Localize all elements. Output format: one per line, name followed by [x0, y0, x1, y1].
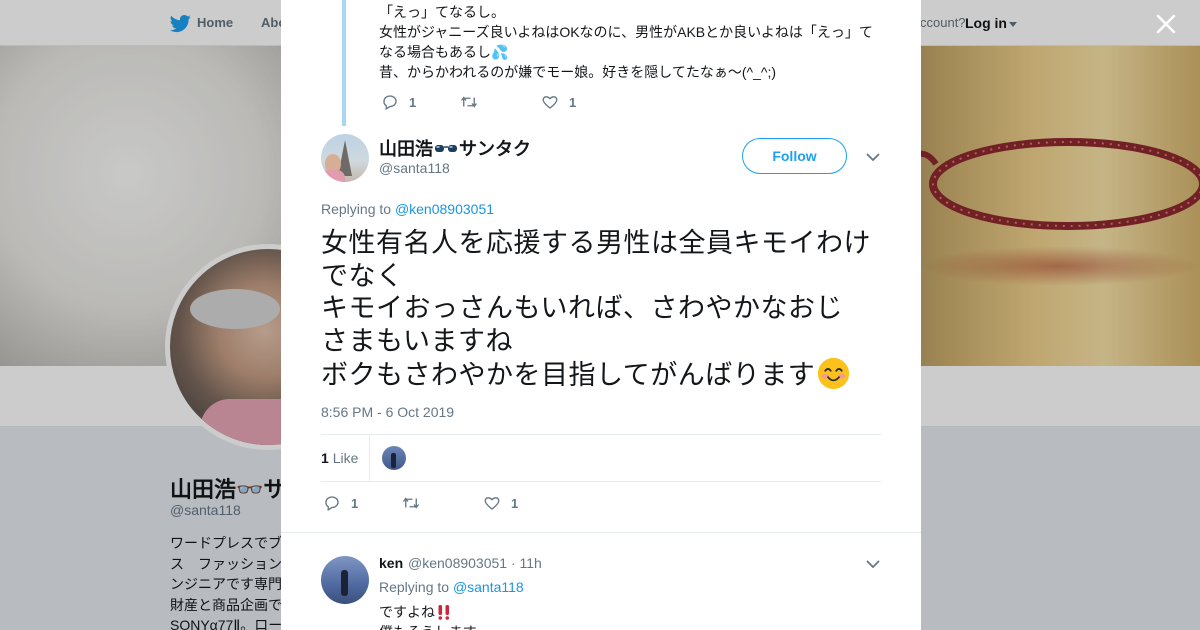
tweet-like-button[interactable]: 1	[483, 494, 518, 512]
parent-tweet[interactable]: 「えっ」てなるし。 女性がジャニーズ良いよねはOKなのに、男性がAKBとか良いよ…	[281, 0, 921, 126]
tweet-timestamp[interactable]: 8:56 PM - 6 Oct 2019	[321, 404, 454, 420]
author-name-part: サンタク	[459, 139, 531, 159]
reply-tweet[interactable]: ken @ken08903051 · 11h Replying to @sant…	[281, 532, 921, 630]
replying-prefix: Replying to	[321, 201, 392, 217]
tweet-author-avatar[interactable]	[321, 134, 369, 182]
parent-tweet-line: なる場合もあるし💦	[379, 44, 509, 60]
parent-reply-button[interactable]: 1	[381, 93, 416, 111]
parent-tweet-line: 昔、からかわれるのが嫌でモー娘。好きを隠してたなぁ～(^_^;)	[379, 64, 777, 80]
parent-like-count: 1	[569, 94, 577, 110]
likes-stat-count: 1	[321, 450, 329, 466]
tweet-stats: 1 Like	[321, 434, 881, 482]
avatar-shirt	[321, 170, 345, 182]
heart-icon	[542, 96, 558, 109]
heart-icon	[484, 497, 500, 510]
close-icon[interactable]	[1154, 12, 1178, 36]
tweet-author-handle[interactable]: @santa118	[379, 160, 450, 176]
reply-text-line-with-emoji: ですよね	[379, 602, 879, 622]
tweet-reply-button[interactable]: 1	[323, 494, 358, 512]
double-exclamation-icon	[438, 605, 450, 620]
reply-icon	[325, 496, 339, 511]
reply-replying-prefix: Replying to	[379, 579, 450, 595]
reply-avatar-figure	[341, 570, 348, 596]
parent-retweet-button[interactable]	[460, 93, 488, 111]
likes-stat[interactable]: 1 Like	[321, 450, 358, 466]
stats-divider	[369, 435, 370, 481]
reply-replying-mention[interactable]: @santa118	[453, 579, 524, 595]
reply-tweet-text: ですよね 僕もそうします	[379, 602, 879, 630]
tweet-text-line: さまもいますね	[321, 325, 513, 356]
parent-tweet-line: 女性がジャニーズ良いよねはOKなのに、男性がAKBとか良いよねは「えっ」て	[379, 24, 873, 40]
parent-tweet-line: 「えっ」てなるし。	[379, 4, 505, 20]
tweet-text-line-with-emoji: ボクもさわやかを目指してがんばります	[321, 357, 881, 392]
reply-author-handle[interactable]: @ken08903051 · 11h	[408, 555, 542, 571]
author-name-part: 山田浩	[379, 139, 433, 159]
liker-avatar-figure	[391, 453, 396, 468]
tweet-text-line: キモイおっさんもいれば、さわやかなおじ	[321, 293, 843, 323]
reply-author-name[interactable]: ken	[379, 555, 403, 571]
replying-to: Replying to @ken08903051	[321, 201, 494, 217]
follow-button[interactable]: Follow	[742, 138, 847, 174]
tweet-author-name[interactable]: 山田浩 サンタク	[379, 135, 531, 161]
tweet-text-line: ボクもさわやかを目指してがんばります	[321, 360, 816, 390]
sunglasses-icon	[435, 145, 457, 152]
tweet-text-line: でなく	[321, 260, 404, 291]
thread-line	[342, 0, 346, 126]
tweet-reply-count: 1	[351, 495, 359, 511]
reply-text-line: 僕もそうします	[379, 622, 879, 630]
tweet-like-count: 1	[511, 495, 519, 511]
tweet-permalink-modal: 「えっ」てなるし。 女性がジャニーズ良いよねはOKなのに、男性がAKBとか良いよ…	[281, 0, 921, 630]
tweet-retweet-button[interactable]	[402, 494, 430, 512]
retweet-icon	[402, 497, 420, 509]
tweet-text: 女性有名人を応援する男性は全員キモイわけ でなく キモイおっさんもいれば、さわや…	[321, 227, 881, 392]
likes-stat-label: Like	[332, 450, 359, 466]
chevron-down-icon[interactable]	[866, 152, 880, 162]
parent-tweet-text: 「えっ」てなるし。 女性がジャニーズ良いよねはOKなのに、男性がAKBとか良いよ…	[379, 2, 879, 82]
smiling-face-icon	[818, 357, 850, 390]
retweet-icon	[460, 96, 478, 108]
reply-icon	[383, 95, 397, 110]
liker-avatar[interactable]	[382, 446, 406, 470]
parent-like-button[interactable]: 1	[541, 93, 576, 111]
replying-to-mention[interactable]: @ken08903051	[395, 201, 494, 217]
reply-replying-to: Replying to @santa118	[379, 579, 524, 595]
reply-author-avatar[interactable]	[321, 556, 369, 604]
parent-reply-count: 1	[409, 94, 417, 110]
reply-text-line: ですよね	[379, 604, 435, 620]
tweet-text-line: 女性有名人を応援する男性は全員キモイわけ	[321, 228, 871, 258]
chevron-down-icon[interactable]	[866, 559, 880, 569]
